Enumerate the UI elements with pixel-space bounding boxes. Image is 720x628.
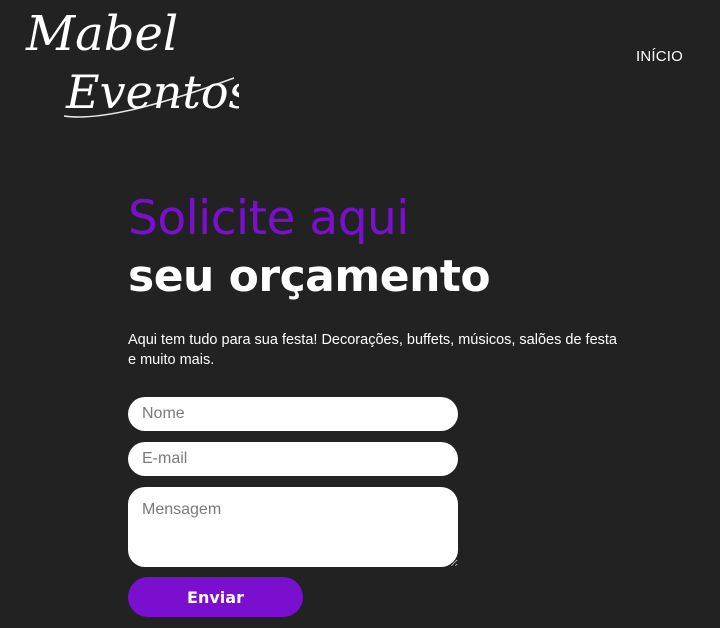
hero-section: Solicite aqui seu orçamento Aqui tem tud… [128, 190, 648, 370]
message-field[interactable] [128, 487, 458, 567]
hero-title-accent: Solicite aqui [128, 191, 409, 246]
brand-logo[interactable]: Mabel Eventos [24, 4, 239, 132]
brand-logo-script: Mabel Eventos [25, 6, 239, 119]
page: Mabel Eventos INÍCIO Solicite aqui seu o… [0, 0, 720, 628]
quote-form: Enviar [128, 397, 458, 617]
hero-title-main: seu orçamento [128, 251, 491, 302]
brand-logo-line1: Mabel [25, 6, 178, 62]
submit-button[interactable]: Enviar [128, 577, 303, 617]
hero-description: Aqui tem tudo para sua festa! Decorações… [128, 332, 617, 368]
email-field[interactable] [128, 442, 458, 476]
nav-link-inicio[interactable]: INÍCIO [636, 48, 683, 65]
brand-logo-line2: Eventos [65, 65, 239, 119]
name-field[interactable] [128, 397, 458, 431]
